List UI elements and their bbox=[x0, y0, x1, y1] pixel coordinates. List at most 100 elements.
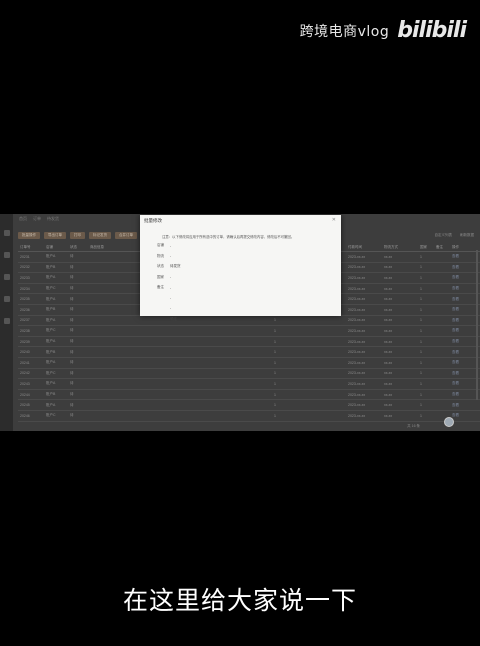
custom-columns-link[interactable]: 自定义列表 bbox=[435, 233, 453, 238]
table-cell: 20233 bbox=[20, 275, 30, 280]
row-action-link[interactable]: 查看 bbox=[450, 403, 480, 408]
table-cell: 20234 bbox=[20, 286, 30, 291]
settings-icon[interactable] bbox=[3, 318, 10, 324]
table-cell: 1 bbox=[420, 275, 422, 280]
breadcrumb-item[interactable]: 订单 bbox=[33, 216, 41, 222]
dialog-field-value[interactable]: - bbox=[170, 275, 171, 279]
dialog-field-value[interactable]: 待发货 bbox=[170, 264, 181, 269]
mark-shipped-button[interactable]: 标记发货 bbox=[89, 231, 111, 239]
column-header[interactable]: 付款时间 bbox=[346, 245, 382, 250]
table-cell: xx-xx bbox=[384, 403, 393, 408]
table-cell: 待 bbox=[70, 286, 74, 291]
table-cell: xx-xx bbox=[384, 413, 393, 418]
print-button[interactable]: 打印 bbox=[70, 231, 85, 239]
table-cell: 2023-xx-xx bbox=[348, 360, 366, 365]
breadcrumb-item[interactable]: 首页 bbox=[19, 216, 27, 222]
table-cell: 1 bbox=[274, 360, 276, 365]
app-screen: 首页 订单 待发货 批量操作 导出订单 打印 标记发货 合并订单 自定义列表 刷… bbox=[0, 214, 480, 431]
help-icon[interactable] bbox=[444, 417, 454, 427]
watermark: 跨境电商vlog bilibili bbox=[299, 18, 467, 43]
table-cell: 20231 bbox=[20, 254, 30, 259]
merge-order-button[interactable]: 合并订单 bbox=[115, 231, 137, 239]
table-cell: 2023-xx-xx bbox=[348, 350, 366, 355]
table-cell: 1 bbox=[274, 350, 276, 355]
table-row[interactable]: 20240 账户B 待 1 2023-xx-xx xx-xx 1 查看 bbox=[18, 347, 480, 358]
column-header[interactable]: 店铺 bbox=[44, 245, 68, 250]
dialog-field[interactable]: 确定 bbox=[148, 317, 177, 322]
dialog-field[interactable]: - bbox=[148, 306, 171, 310]
batch-action-button[interactable]: 批量操作 bbox=[18, 231, 40, 239]
table-cell: 2023-xx-xx bbox=[348, 403, 366, 408]
table-cell: 待 bbox=[70, 339, 74, 344]
table-cell: 20246 bbox=[20, 413, 30, 418]
table-cell: 待 bbox=[70, 381, 74, 386]
dialog-field-value[interactable]: - bbox=[170, 286, 171, 290]
table-cell: 1 bbox=[420, 381, 422, 386]
dialog-field-value[interactable]: - bbox=[170, 296, 171, 300]
dialog-field[interactable]: 状态 待发货 bbox=[148, 264, 181, 269]
table-row[interactable]: 20237 账户A 待 1 2023-xx-xx xx-xx 1 查看 bbox=[18, 316, 480, 327]
table-cell: 账户A bbox=[46, 317, 56, 322]
row-action-link[interactable]: 查看 bbox=[450, 413, 480, 418]
dialog-field-value[interactable]: - bbox=[170, 306, 171, 310]
watermark-text: 跨境电商vlog bbox=[299, 23, 390, 40]
table-cell: 账户C bbox=[46, 413, 56, 418]
refresh-link[interactable]: 刷新数据 bbox=[460, 233, 474, 238]
product-icon[interactable] bbox=[3, 296, 10, 302]
table-cell: xx-xx bbox=[384, 371, 393, 376]
close-icon[interactable]: ✕ bbox=[332, 217, 336, 223]
table-cell: 账户A bbox=[46, 402, 56, 407]
dialog-field-value[interactable]: - bbox=[170, 254, 171, 258]
dialog-field-value[interactable]: 确定 bbox=[170, 317, 177, 322]
dialog-field-label: 国家 bbox=[157, 274, 164, 279]
scrollbar[interactable] bbox=[476, 250, 478, 400]
dialog-field[interactable]: 国家 - bbox=[148, 275, 171, 280]
table-row[interactable]: 20239 账户A 待 1 2023-xx-xx xx-xx 1 查看 bbox=[18, 337, 480, 348]
table-cell: 20242 bbox=[20, 371, 30, 376]
table-row[interactable]: 20245 账户A 待 1 2023-xx-xx xx-xx 1 查看 bbox=[18, 400, 480, 411]
dialog-field-label: 物流 bbox=[157, 253, 164, 258]
table-row[interactable]: 20242 账户C 待 1 2023-xx-xx xx-xx 1 查看 bbox=[18, 369, 480, 380]
table-row[interactable]: 20246 账户C 待 1 2023-xx-xx xx-xx 1 查看 bbox=[18, 411, 480, 422]
home-icon[interactable] bbox=[3, 252, 10, 258]
dialog-field-value[interactable]: - bbox=[170, 244, 171, 248]
export-button[interactable]: 导出订单 bbox=[44, 231, 66, 239]
table-cell: 2023-xx-xx bbox=[348, 286, 366, 291]
table-cell: 账户A bbox=[46, 275, 56, 280]
column-header[interactable]: 状态 bbox=[68, 245, 88, 250]
column-header[interactable]: 国家 bbox=[418, 245, 434, 250]
table-cell: 1 bbox=[274, 318, 276, 323]
table-row[interactable]: 20243 账户A 待 1 2023-xx-xx xx-xx 1 查看 bbox=[18, 379, 480, 390]
order-icon[interactable] bbox=[3, 274, 10, 280]
table-row[interactable]: 20244 账户B 待 1 2023-xx-xx xx-xx 1 查看 bbox=[18, 390, 480, 401]
table-cell: 1 bbox=[420, 371, 422, 376]
table-cell: xx-xx bbox=[384, 318, 393, 323]
table-cell: 20243 bbox=[20, 381, 30, 386]
table-cell: 20240 bbox=[20, 350, 30, 355]
table-cell: 待 bbox=[70, 370, 74, 375]
dialog-field[interactable]: 店铺 - bbox=[148, 243, 171, 248]
dialog-field-label: 备注 bbox=[157, 285, 164, 289]
table-cell: 2023-xx-xx bbox=[348, 275, 366, 280]
table-cell: 1 bbox=[420, 392, 422, 397]
dialog-field[interactable]: 物流 - bbox=[148, 254, 171, 259]
table-row[interactable]: 20238 账户C 待 1 2023-xx-xx xx-xx 1 查看 bbox=[18, 326, 480, 337]
table-row[interactable]: 20241 账户A 待 1 2023-xx-xx xx-xx 1 查看 bbox=[18, 358, 480, 369]
column-header[interactable]: 订单号 bbox=[18, 245, 44, 250]
table-cell: xx-xx bbox=[384, 286, 393, 291]
dialog-field-label: 店铺 bbox=[157, 243, 164, 247]
menu-icon[interactable] bbox=[3, 230, 10, 236]
column-header[interactable]: 物流方式 bbox=[382, 245, 418, 250]
table-cell: 2023-xx-xx bbox=[348, 339, 366, 344]
table-cell: 账户C bbox=[46, 286, 56, 291]
column-header[interactable]: 备注 bbox=[434, 245, 450, 250]
table-cell: 1 bbox=[420, 265, 422, 270]
breadcrumb-item[interactable]: 待发货 bbox=[47, 216, 59, 222]
table-cell: xx-xx bbox=[384, 381, 393, 386]
table-cell: 账户A bbox=[46, 360, 56, 365]
table-cell: 1 bbox=[420, 360, 422, 365]
table-cell: 账户A bbox=[46, 381, 56, 386]
dialog-field[interactable]: 备注 - bbox=[148, 285, 171, 290]
video-subtitle: 在这里给大家说一下 bbox=[122, 586, 357, 615]
dialog-field[interactable]: - bbox=[148, 296, 171, 300]
